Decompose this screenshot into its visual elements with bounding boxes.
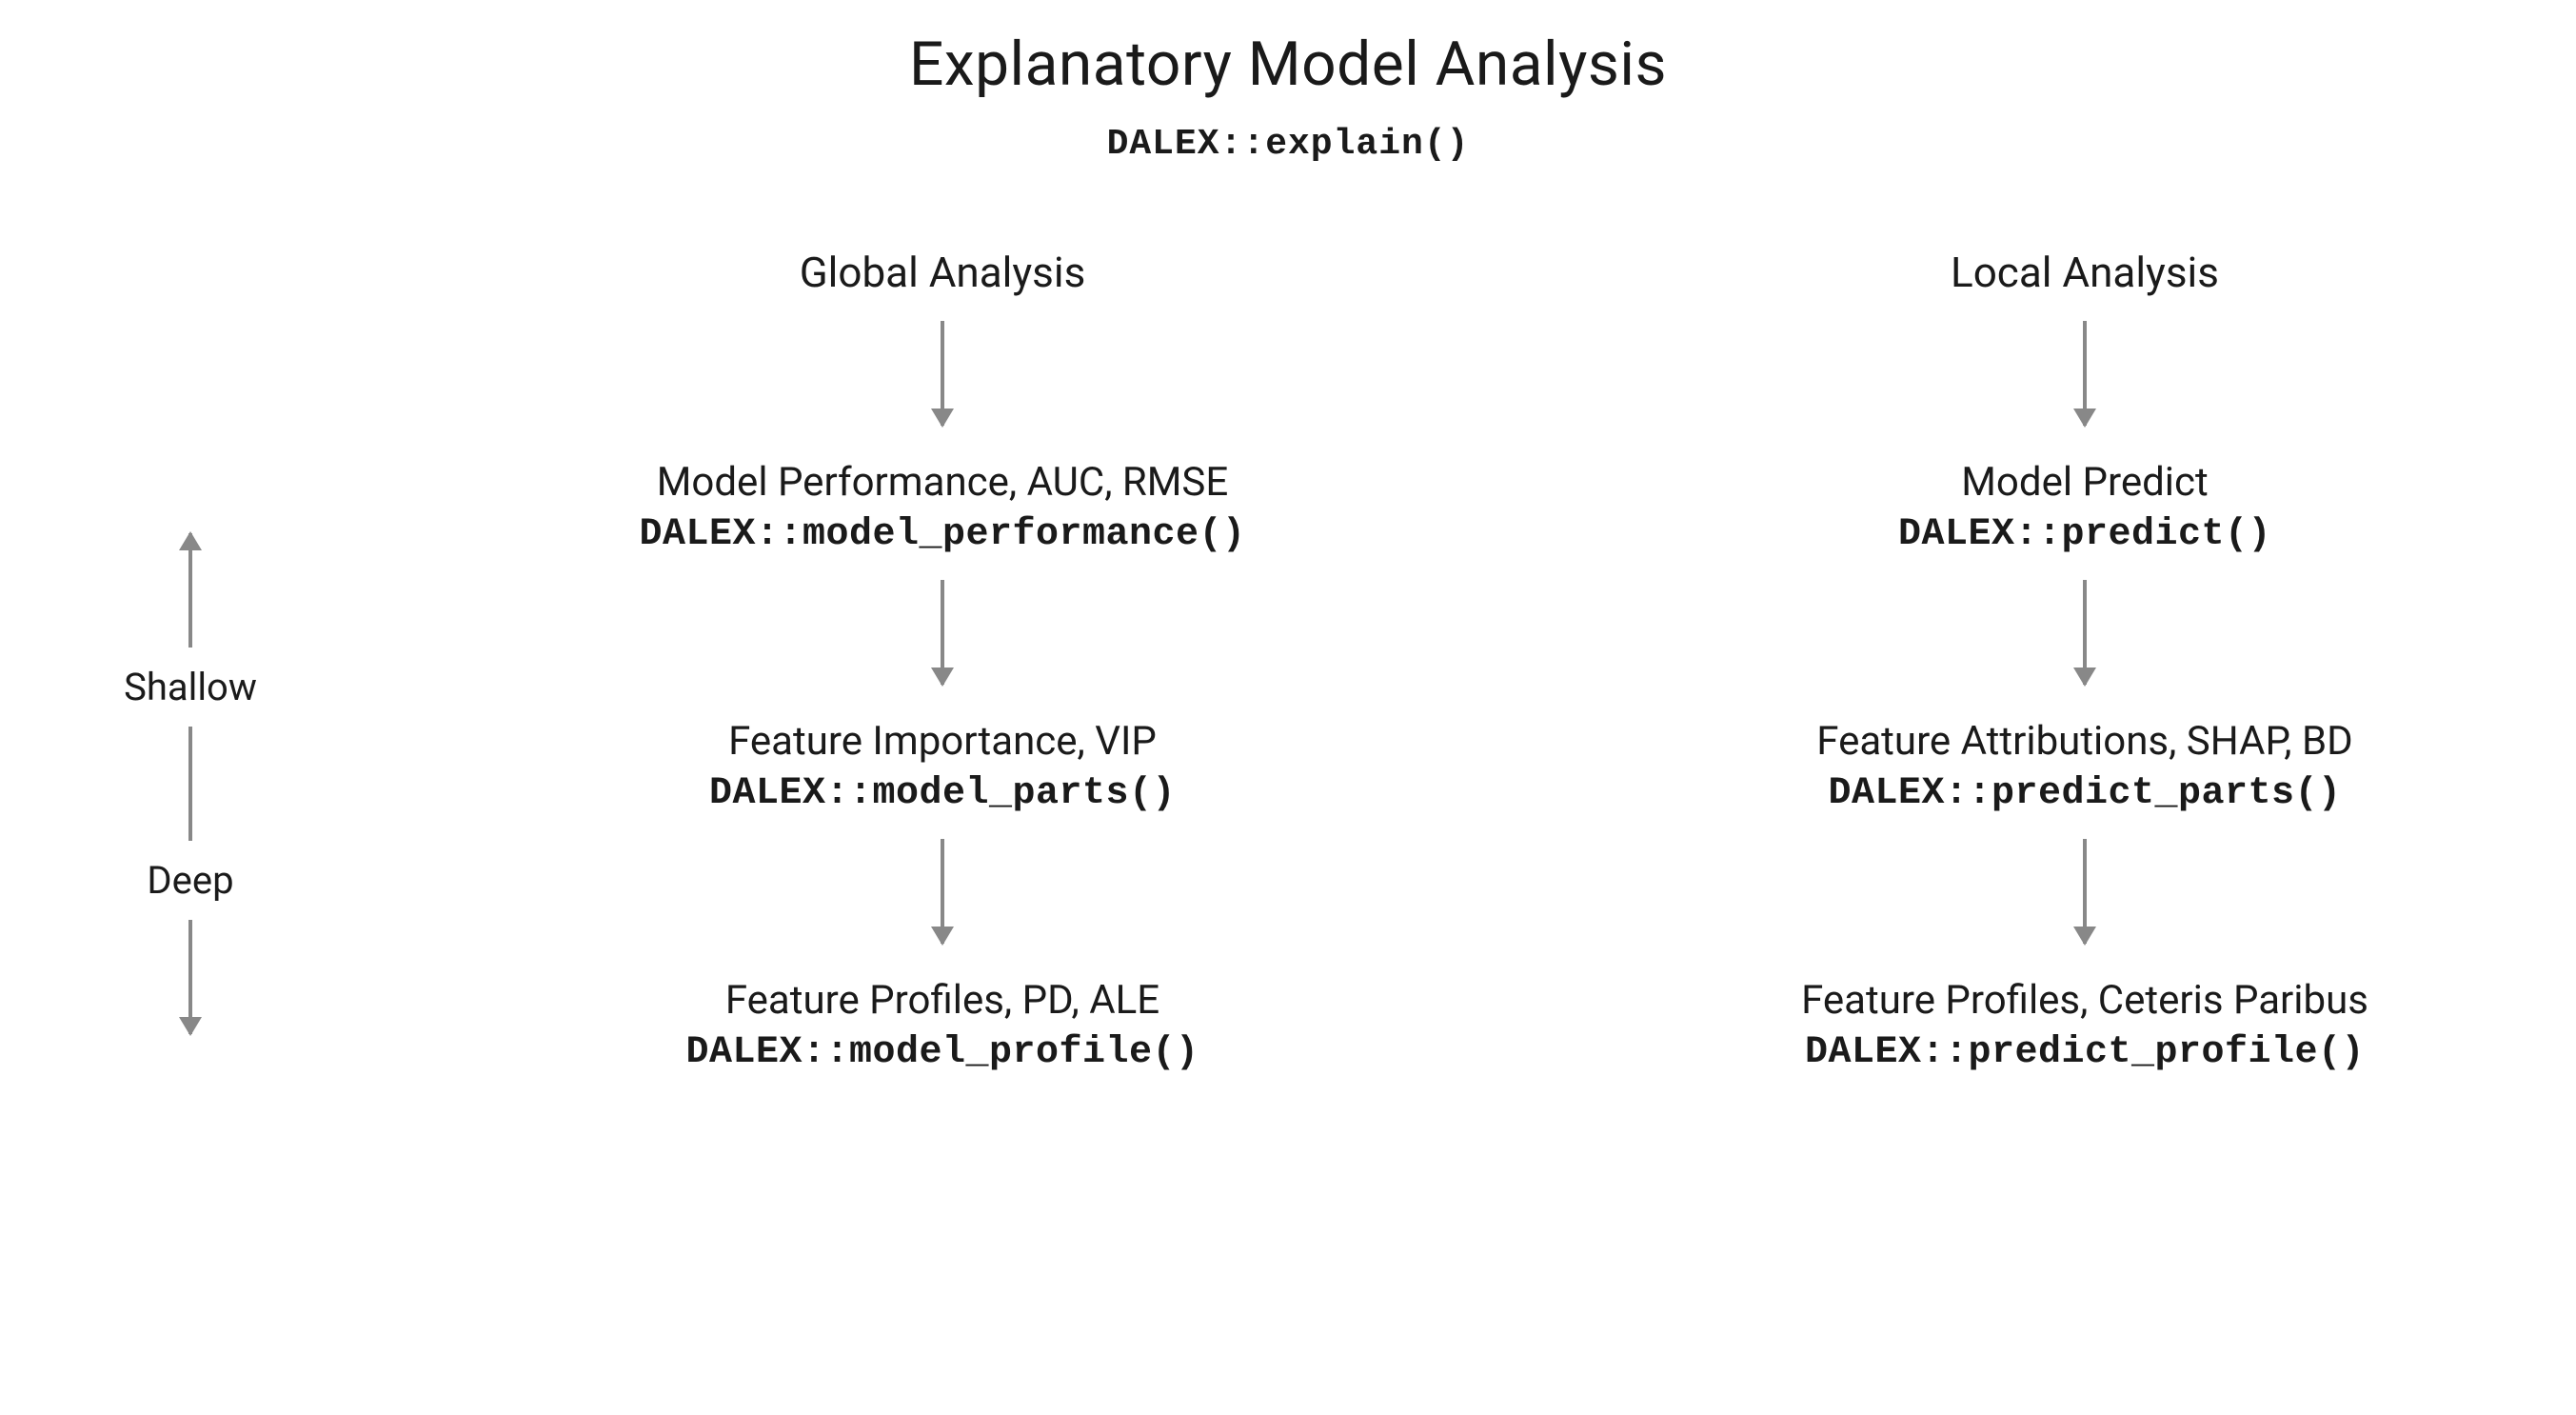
arrow-down-icon	[609, 815, 1276, 967]
node-label: Feature Profiles, Ceteris Paribus	[1752, 977, 2418, 1024]
arrow-down-icon	[1752, 556, 2418, 708]
node-local-0: Model Predict DALEX::predict()	[1752, 459, 2418, 556]
node-code: DALEX::model_profile()	[609, 1031, 1276, 1074]
arrow-down-icon	[609, 556, 1276, 708]
diagram-subtitle-code: DALEX::explain()	[0, 124, 2576, 165]
node-local-2: Feature Profiles, Ceteris Paribus DALEX:…	[1752, 977, 2418, 1074]
axis-label-deep: Deep	[95, 858, 286, 903]
axis-line	[188, 727, 192, 841]
arrow-down-icon	[188, 920, 192, 1034]
node-label: Model Performance, AUC, RMSE	[609, 459, 1276, 506]
node-code: DALEX::predict()	[1752, 513, 2418, 556]
node-code: DALEX::predict_parts()	[1752, 772, 2418, 815]
depth-axis: Shallow Deep	[95, 533, 286, 1034]
column-local: Local Analysis Model Predict DALEX::pred…	[1752, 248, 2418, 1074]
axis-label-shallow: Shallow	[95, 665, 286, 709]
node-label: Feature Profiles, PD, ALE	[609, 977, 1276, 1024]
node-label: Feature Importance, VIP	[609, 718, 1276, 765]
arrow-down-icon	[609, 297, 1276, 449]
node-global-1: Feature Importance, VIP DALEX::model_par…	[609, 718, 1276, 815]
node-local-1: Feature Attributions, SHAP, BD DALEX::pr…	[1752, 718, 2418, 815]
node-label: Model Predict	[1752, 459, 2418, 506]
arrow-down-icon	[1752, 297, 2418, 449]
node-label: Feature Attributions, SHAP, BD	[1752, 718, 2418, 765]
column-local-heading: Local Analysis	[1752, 248, 2418, 297]
column-global: Global Analysis Model Performance, AUC, …	[609, 248, 1276, 1074]
arrow-down-icon	[1752, 815, 2418, 967]
node-code: DALEX::model_performance()	[609, 513, 1276, 556]
node-code: DALEX::model_parts()	[609, 772, 1276, 815]
node-code: DALEX::predict_profile()	[1752, 1031, 2418, 1074]
arrow-up-icon	[188, 533, 192, 648]
column-global-heading: Global Analysis	[609, 248, 1276, 297]
node-global-2: Feature Profiles, PD, ALE DALEX::model_p…	[609, 977, 1276, 1074]
diagram-title: Explanatory Model Analysis	[0, 29, 2576, 100]
node-global-0: Model Performance, AUC, RMSE DALEX::mode…	[609, 459, 1276, 556]
